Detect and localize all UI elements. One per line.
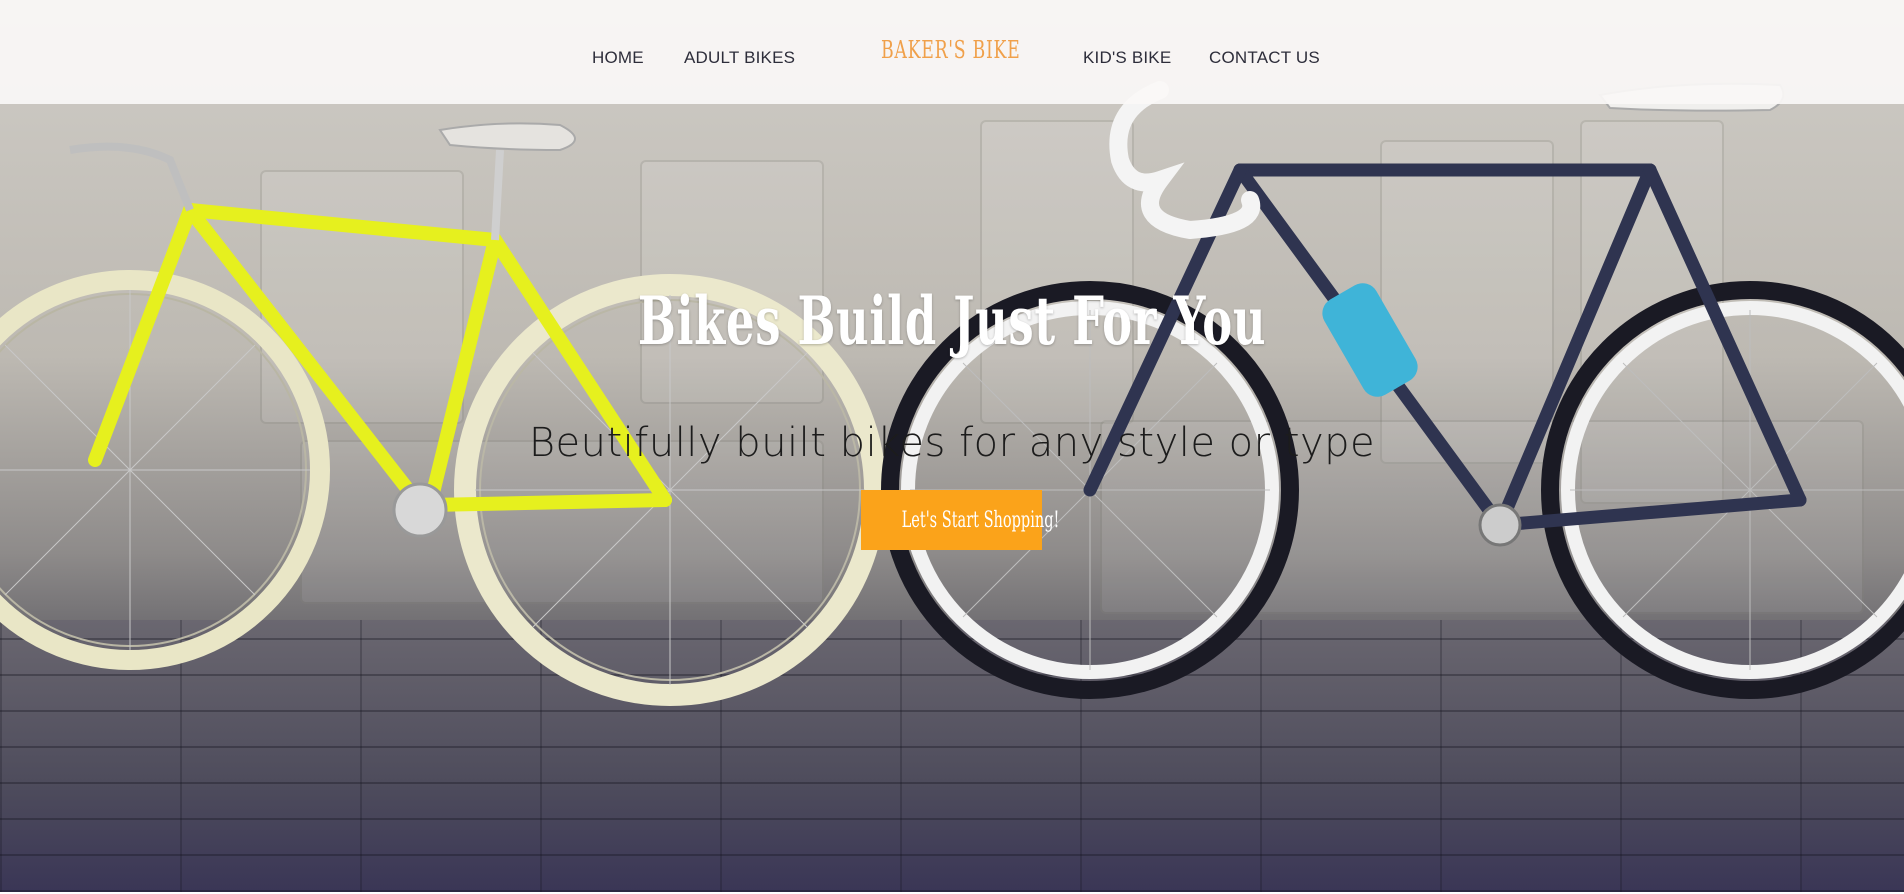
brand-logo[interactable]: BAKER'S BIKE [881,36,1020,64]
top-navbar: HOME ADULT BIKES BAKER'S BIKE KID'S BIKE… [0,0,1904,104]
start-shopping-label: Let's Start Shopping! [901,507,1060,533]
nav-link-kids-bike[interactable]: KID'S BIKE [1083,48,1171,68]
nav-link-home[interactable]: HOME [592,48,644,68]
hero-section: HOME ADULT BIKES BAKER'S BIKE KID'S BIKE… [0,0,1904,892]
nav-link-adult-bikes[interactable]: ADULT BIKES [684,48,795,68]
nav-link-contact-us[interactable]: CONTACT US [1209,48,1320,68]
hero-subtitle: Beutifully built bikes for any style or … [528,420,1376,466]
start-shopping-button[interactable]: Let's Start Shopping! [861,490,1059,550]
yellow-bike-graphic [0,122,886,706]
hero-title: Bikes Build Just For You [637,282,1267,360]
navy-bike-graphic [881,81,1904,699]
